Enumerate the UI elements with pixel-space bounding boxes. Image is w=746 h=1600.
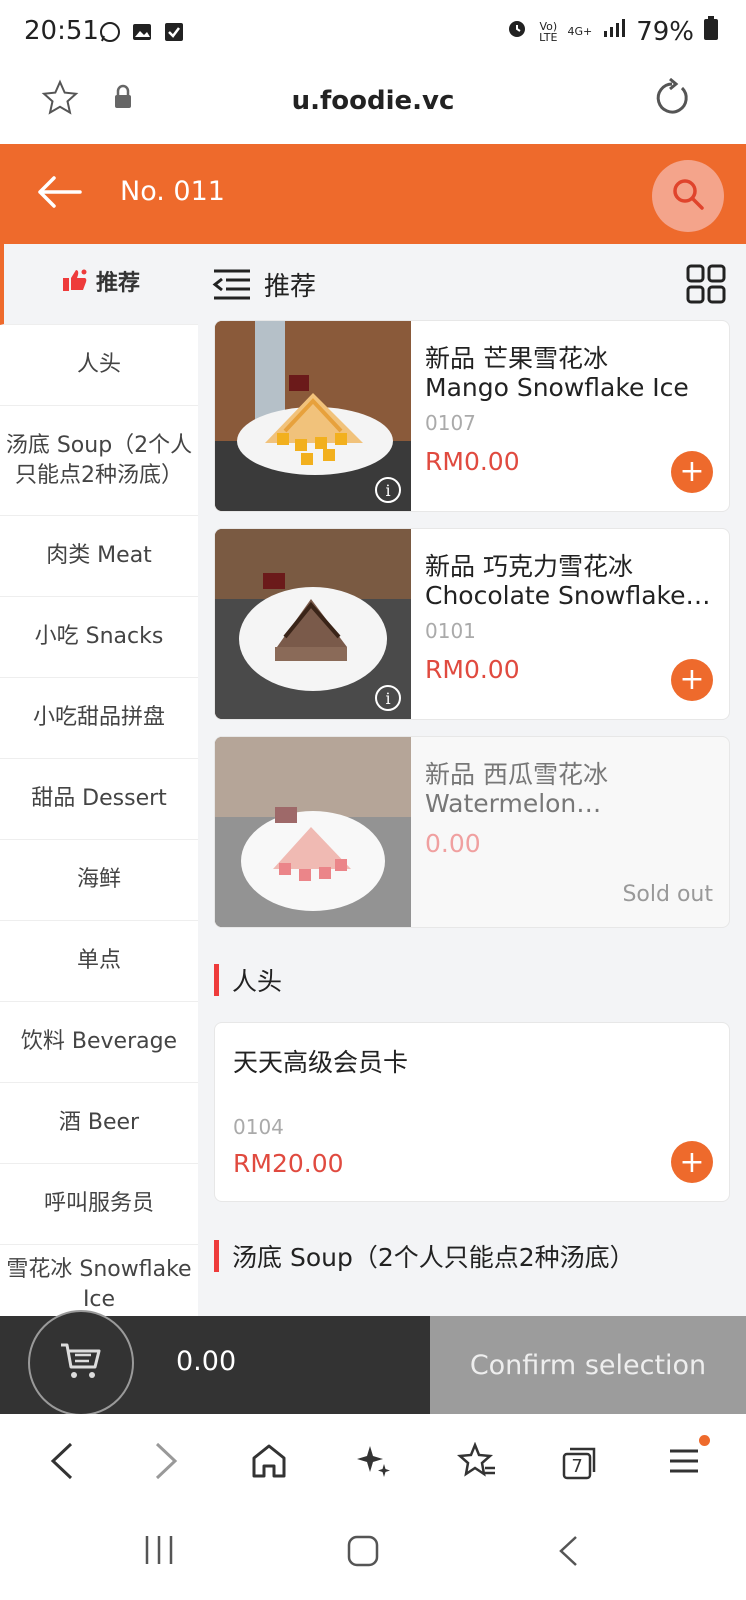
browser-forward-button[interactable]	[136, 1433, 196, 1493]
grid-view-icon[interactable]	[686, 264, 726, 308]
browser-menu-button[interactable]	[654, 1433, 714, 1493]
add-to-cart-button[interactable]: +	[671, 1141, 713, 1183]
browser-tabs-button[interactable]: 7	[550, 1433, 610, 1493]
info-icon[interactable]: i	[375, 685, 401, 711]
browser-bookmarks-button[interactable]	[447, 1433, 507, 1493]
section-title-soup: 汤底 Soup（2个人只能点2种汤底）	[214, 1238, 635, 1274]
browser-back-button[interactable]	[32, 1433, 92, 1493]
sold-out-label: Sold out	[622, 882, 713, 907]
sidebar-item-per-head[interactable]: 人头	[0, 325, 198, 406]
notification-dot	[699, 1435, 711, 1446]
home-nav-icon[interactable]	[346, 1534, 380, 1572]
system-nav-bar	[0, 1512, 746, 1600]
bookmarks-star-icon	[456, 1441, 497, 1484]
product-name-cn: 新品 芒果雪花冰	[425, 344, 608, 373]
add-to-cart-button[interactable]: +	[671, 659, 713, 701]
product-card-sold-out[interactable]: 新品 西瓜雪花冰 Watermelon… 0.00 Sold out	[214, 736, 730, 928]
add-to-cart-button[interactable]: +	[671, 451, 713, 493]
product-list: 推荐 i 新品 芒果雪花冰 Mango Snowflake Ice 0107 R…	[198, 244, 746, 1316]
list-header: 推荐	[198, 244, 746, 322]
product-name-en: Watermelon…	[425, 789, 602, 818]
product-code: 0107	[425, 411, 476, 435]
status-bar: 20:51 Vo) LTE 4G+ 79%	[0, 0, 746, 64]
hamburger-menu-icon	[667, 1444, 701, 1482]
thumbs-up-icon	[62, 268, 88, 301]
back-nav-icon[interactable]	[556, 1534, 580, 1572]
whatsapp-icon	[98, 20, 122, 44]
tabs-icon: 7	[560, 1444, 600, 1482]
browser-toolbar: 7	[0, 1414, 746, 1512]
app-header: No. 011	[0, 144, 746, 244]
browser-home-button[interactable]	[239, 1433, 299, 1493]
table-number-title: No. 011	[120, 176, 225, 207]
product-price: RM0.00	[425, 447, 520, 476]
cart-button[interactable]	[28, 1310, 134, 1416]
sidebar-item-snack-dessert-platter[interactable]: 小吃甜品拼盘	[0, 678, 198, 759]
collapse-menu-icon[interactable]	[212, 268, 252, 304]
battery-icon	[704, 16, 718, 47]
sparkle-icon	[354, 1442, 392, 1484]
product-name-cn: 新品 西瓜雪花冰	[425, 760, 608, 789]
back-arrow-icon[interactable]	[36, 174, 82, 214]
sidebar-item-single-order[interactable]: 单点	[0, 921, 198, 1002]
product-name-cn: 天天高级会员卡	[233, 1048, 409, 1077]
chevron-left-icon	[49, 1441, 75, 1485]
list-section-title: 推荐	[264, 272, 317, 302]
url-text[interactable]: u.foodie.vc	[0, 86, 746, 116]
section-title-per-head: 人头	[214, 962, 282, 998]
sidebar-item-recommended[interactable]: 推荐	[0, 244, 198, 325]
network-type-icon: 4G+	[567, 25, 593, 38]
confirm-selection-button[interactable]: Confirm selection	[430, 1316, 746, 1414]
sidebar-item-call-waiter[interactable]: 呼叫服务员	[0, 1164, 198, 1245]
gallery-icon	[130, 20, 154, 44]
category-sidebar: 推荐 人头 汤底 Soup（2个人只能点2种汤底） 肉类 Meat 小吃 Sna…	[0, 244, 198, 1316]
chevron-right-icon	[153, 1441, 179, 1485]
tab-count: 7	[571, 1456, 583, 1477]
product-card[interactable]: i 新品 巧克力雪花冰 Chocolate Snowflake Ice 0101…	[214, 528, 730, 720]
status-time: 20:51	[24, 16, 99, 46]
browser-url-bar: u.foodie.vc	[0, 64, 746, 144]
product-price: RM0.00	[425, 655, 520, 684]
product-code: 0104	[233, 1115, 284, 1139]
browser-ai-button[interactable]	[343, 1433, 403, 1493]
info-icon[interactable]: i	[375, 477, 401, 503]
sidebar-item-dessert[interactable]: 甜品 Dessert	[0, 759, 198, 840]
sidebar-item-snowflake-ice[interactable]: 雪花冰 Snowflake Ice	[0, 1245, 198, 1316]
battery-percentage: 79%	[636, 16, 694, 47]
search-icon	[671, 177, 705, 215]
home-icon	[250, 1442, 288, 1484]
sidebar-item-snacks[interactable]: 小吃 Snacks	[0, 597, 198, 678]
reload-icon[interactable]	[652, 77, 692, 122]
product-price: 0.00	[425, 829, 481, 858]
sidebar-item-label: 推荐	[95, 271, 140, 296]
recent-apps-icon[interactable]	[142, 1534, 176, 1570]
status-right: Vo) LTE 4G+ 79%	[505, 16, 718, 47]
signal-icon	[602, 16, 626, 47]
product-name-cn: 新品 巧克力雪花冰	[425, 552, 633, 581]
cart-bar: 0.00 Confirm selection	[0, 1310, 746, 1416]
cart-icon	[59, 1341, 103, 1385]
product-name-en: Mango Snowflake Ice	[425, 373, 689, 402]
product-name-en: Chocolate Snowflake Ice	[425, 581, 715, 610]
search-button[interactable]	[652, 160, 724, 232]
sidebar-item-seafood[interactable]: 海鲜	[0, 840, 198, 921]
product-card[interactable]: 天天高级会员卡 0104 RM20.00 +	[214, 1022, 730, 1202]
product-card[interactable]: i 新品 芒果雪花冰 Mango Snowflake Ice 0107 RM0.…	[214, 320, 730, 512]
volte-icon: Vo) LTE	[539, 19, 558, 44]
product-code: 0101	[425, 619, 476, 643]
sidebar-item-beverage[interactable]: 饮料 Beverage	[0, 1002, 198, 1083]
sidebar-item-soup[interactable]: 汤底 Soup（2个人只能点2种汤底）	[0, 406, 198, 516]
sidebar-item-meat[interactable]: 肉类 Meat	[0, 516, 198, 597]
alarm-icon	[505, 16, 529, 47]
sold-out-overlay	[215, 737, 411, 927]
notification-icons	[98, 20, 186, 44]
product-price: RM20.00	[233, 1149, 344, 1178]
checkbox-icon	[162, 20, 186, 44]
cart-total: 0.00	[176, 1346, 237, 1377]
sidebar-item-beer[interactable]: 酒 Beer	[0, 1083, 198, 1164]
